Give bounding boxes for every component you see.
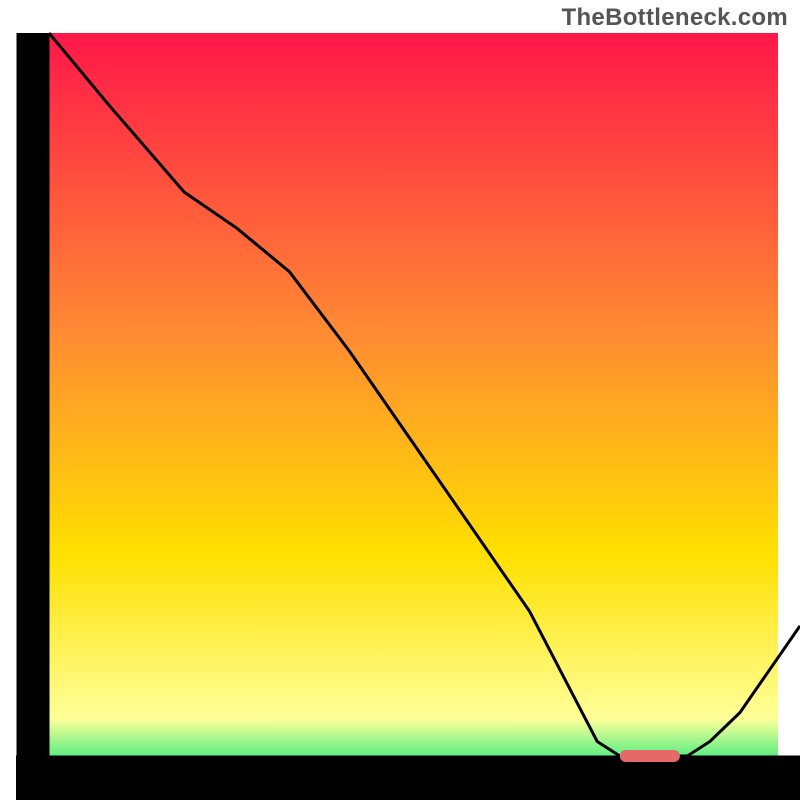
watermark-text: TheBottleneck.com: [562, 4, 788, 32]
bottleneck-chart: TheBottleneck.com: [0, 0, 800, 800]
optimal-range-marker: [620, 750, 680, 762]
chart-svg: [0, 0, 800, 800]
plot-area: [16, 33, 800, 778]
